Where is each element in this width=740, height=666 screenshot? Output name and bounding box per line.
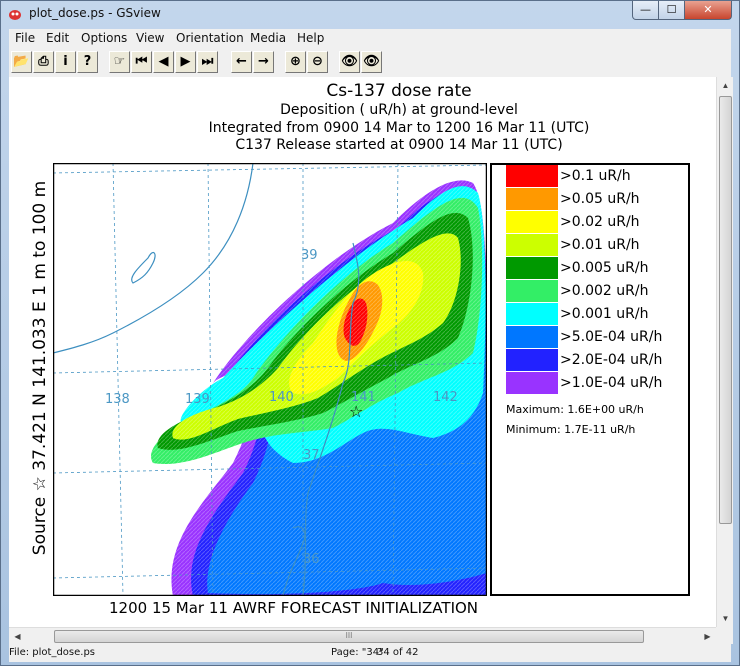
legend-label: >0.002 uR/h	[560, 283, 649, 299]
legend-minimum: Minimum: 1.7E-11 uR/h	[506, 423, 636, 436]
menu-media[interactable]: Media	[250, 31, 286, 45]
plot-subtitle-deposition: Deposition ( uR/h) at ground-level	[280, 102, 518, 118]
minimize-button[interactable]: —	[632, 1, 659, 20]
title-bar[interactable]: plot_dose.ps - GSview — ☐ ✕	[1, 1, 739, 27]
legend-swatch	[506, 349, 558, 371]
info-icon[interactable]: i	[55, 51, 76, 73]
gsview-window: plot_dose.ps - GSview — ☐ ✕ File Edit Op…	[0, 0, 740, 666]
dose-map: 39 138 139 140 141 142 37 36 35 ☆	[53, 163, 487, 596]
last-page-icon[interactable]: ⏭	[197, 51, 218, 73]
legend-label: >0.05 uR/h	[560, 191, 640, 207]
source-location-label: Source ☆ 37.421 N 141.033 E 1 m to 100 m	[30, 180, 50, 556]
legend-swatch	[506, 188, 558, 210]
forecast-footer: 1200 15 Mar 11 AWRF FORECAST INITIALIZAT…	[109, 599, 479, 617]
plot-subtitle-release: C137 Release started at 0900 14 Mar 11 (…	[235, 137, 563, 153]
toolbar: 📂 ⎙ i ? ☞ ⏮ ◀ ▶ ⏭ ← → ⊕ ⊖ 👁 👁	[9, 47, 731, 77]
find-text-icon[interactable]: 👁	[361, 51, 382, 73]
status-file-name: File: plot_dose.ps	[9, 647, 96, 658]
close-button[interactable]: ✕	[684, 1, 732, 20]
lon-label-142: 142	[433, 390, 458, 405]
zoom-out-icon[interactable]: ⊖	[307, 51, 328, 73]
forward-icon[interactable]: →	[253, 51, 274, 73]
source-star-icon: ☆	[349, 402, 363, 421]
lon-label-138: 138	[105, 392, 130, 407]
legend-label: >2.0E-04 uR/h	[560, 352, 663, 368]
legend-label: >0.1 uR/h	[560, 168, 631, 184]
menu-edit[interactable]: Edit	[46, 31, 69, 45]
back-icon[interactable]: ←	[231, 51, 252, 73]
legend-swatch	[506, 280, 558, 302]
lat-label-37: 37	[303, 448, 320, 463]
select-page-icon[interactable]: ☞	[109, 51, 130, 73]
legend-swatch	[506, 165, 558, 187]
legend-label: >0.001 uR/h	[560, 306, 649, 322]
menu-options[interactable]: Options	[81, 31, 127, 45]
legend-label: >0.02 uR/h	[560, 214, 640, 230]
scroll-right-icon[interactable]: ▶	[699, 628, 716, 645]
menu-file[interactable]: File	[15, 31, 35, 45]
status-page-count: 34 of 42	[377, 647, 419, 658]
previous-page-icon[interactable]: ◀	[153, 51, 174, 73]
print-icon[interactable]: ⎙	[33, 51, 54, 73]
vertical-scroll-thumb[interactable]	[719, 96, 732, 524]
menu-view[interactable]: View	[136, 31, 164, 45]
window-title: plot_dose.ps - GSview	[29, 6, 161, 20]
horizontal-scroll-thumb[interactable]: III	[54, 630, 644, 643]
menu-orientation[interactable]: Orientation	[176, 31, 244, 45]
plot-title: Cs-137 dose rate	[326, 81, 472, 101]
legend-label: >5.0E-04 uR/h	[560, 329, 663, 345]
show-text-icon[interactable]: 👁	[339, 51, 360, 73]
maximize-button[interactable]: ☐	[658, 1, 685, 20]
scroll-up-icon[interactable]: ▲	[717, 77, 734, 94]
menu-help[interactable]: Help	[297, 31, 324, 45]
legend-swatch	[506, 326, 558, 348]
legend: >0.1 uR/h >0.05 uR/h >0.02 uR/h >0.01 uR…	[490, 163, 690, 596]
legend-swatch	[506, 303, 558, 325]
first-page-icon[interactable]: ⏮	[131, 51, 152, 73]
menu-bar: File Edit Options View Orientation Media…	[9, 29, 731, 47]
document-viewer[interactable]: Cs-137 dose rate Deposition ( uR/h) at g…	[9, 77, 716, 627]
gsview-app-icon	[9, 10, 21, 20]
scroll-corner	[716, 627, 733, 644]
legend-label: >0.01 uR/h	[560, 237, 640, 253]
status-bar: File: plot_dose.ps Page: "34" 34 of 42	[9, 644, 731, 662]
legend-label: >1.0E-04 uR/h	[560, 375, 663, 391]
scroll-left-icon[interactable]: ◀	[9, 628, 26, 645]
vertical-scrollbar[interactable]: ▲ ▼	[716, 77, 733, 627]
legend-swatch	[506, 234, 558, 256]
legend-swatch	[506, 372, 558, 394]
legend-label: >0.005 uR/h	[560, 260, 649, 276]
help-icon[interactable]: ?	[77, 51, 98, 73]
lat-label-39: 39	[301, 248, 318, 263]
legend-maximum: Maximum: 1.6E+00 uR/h	[506, 403, 644, 416]
legend-swatch	[506, 257, 558, 279]
plot-subtitle-integration: Integrated from 0900 14 Mar to 1200 16 M…	[208, 120, 590, 136]
next-page-icon[interactable]: ▶	[175, 51, 196, 73]
open-folder-icon[interactable]: 📂	[11, 51, 32, 73]
status-page-label: Page: "34"	[331, 647, 384, 658]
lon-label-139: 139	[185, 392, 210, 407]
lat-label-36: 36	[303, 552, 320, 567]
lon-label-140: 140	[269, 390, 294, 405]
zoom-in-icon[interactable]: ⊕	[285, 51, 306, 73]
legend-swatch	[506, 211, 558, 233]
scroll-down-icon[interactable]: ▼	[717, 610, 734, 627]
horizontal-scrollbar[interactable]: ◀ III ▶	[9, 627, 716, 644]
